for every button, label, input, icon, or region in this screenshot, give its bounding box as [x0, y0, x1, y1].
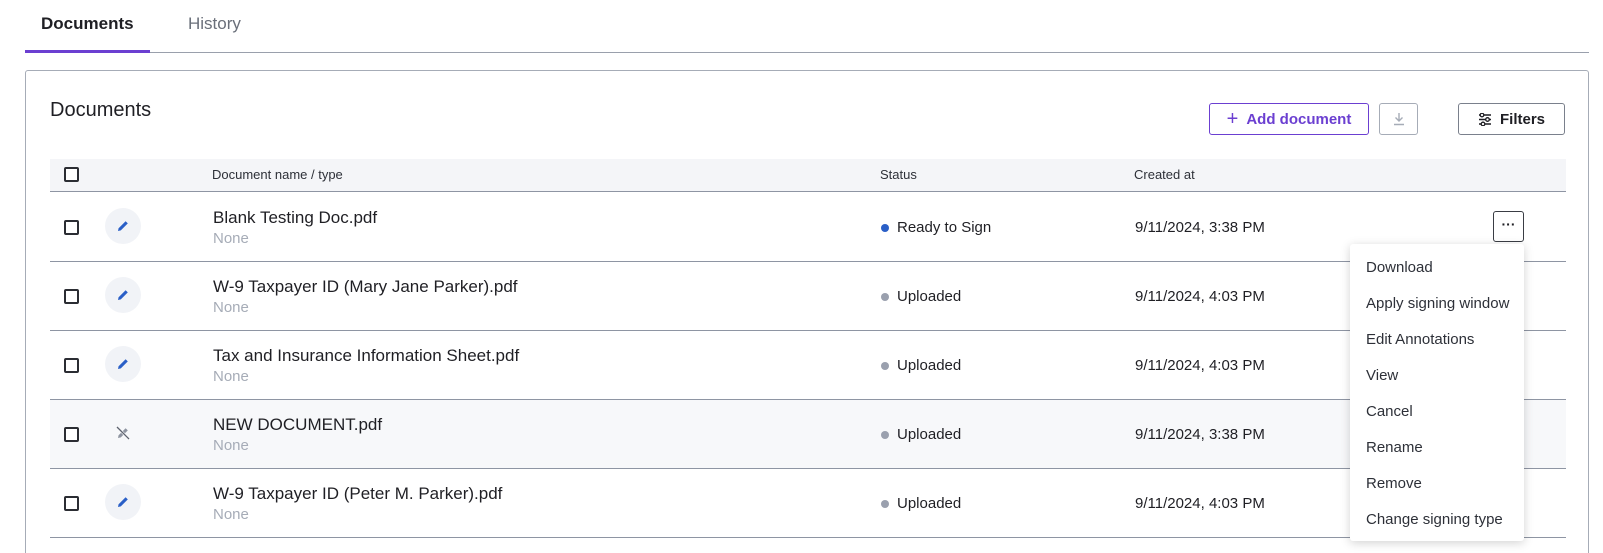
more-horizontal-icon: ···	[1501, 215, 1516, 232]
document-name[interactable]: Tax and Insurance Information Sheet.pdf	[213, 346, 519, 366]
document-name[interactable]: W-9 Taxpayer ID (Peter M. Parker).pdf	[213, 484, 502, 504]
pencil-icon	[118, 290, 128, 300]
document-type: None	[213, 299, 249, 316]
menu-item-apply-signing-window[interactable]: Apply signing window	[1350, 286, 1524, 322]
table-row: Tax and Insurance Information Sheet.pdf …	[50, 331, 1566, 400]
created-at: 9/11/2024, 4:03 PM	[1135, 357, 1265, 374]
document-type: None	[213, 506, 249, 523]
status-dot	[881, 292, 889, 301]
status-text: Uploaded	[897, 357, 962, 374]
created-at: 9/11/2024, 4:03 PM	[1135, 495, 1265, 512]
status-text: Uploaded	[897, 426, 962, 443]
edit-disabled	[105, 415, 141, 451]
row-checkbox[interactable]	[64, 496, 79, 511]
row-checkbox[interactable]	[64, 427, 79, 442]
pencil-icon	[118, 221, 128, 231]
status-dot	[881, 430, 889, 439]
status-text: Uploaded	[897, 288, 962, 305]
pencil-icon	[118, 497, 128, 507]
table-row: Blank Testing Doc.pdf None Ready to Sign…	[50, 193, 1566, 262]
row-checkbox[interactable]	[64, 358, 79, 373]
document-name[interactable]: W-9 Taxpayer ID (Mary Jane Parker).pdf	[213, 277, 518, 297]
created-at: 9/11/2024, 3:38 PM	[1135, 219, 1265, 236]
tab-documents[interactable]: Documents	[25, 14, 150, 53]
row-actions-button[interactable]: ···	[1493, 211, 1524, 242]
status-badge: Uploaded	[881, 357, 961, 374]
table-header: Document name / type Status Created at	[50, 159, 1566, 192]
table-row: W-9 Taxpayer ID (Mary Jane Parker).pdf N…	[50, 262, 1566, 331]
table-row: W-9 Taxpayer ID (Peter M. Parker).pdf No…	[50, 469, 1566, 538]
edit-button[interactable]	[105, 208, 141, 244]
menu-item-rename[interactable]: Rename	[1350, 430, 1524, 466]
document-type: None	[213, 230, 249, 247]
status-dot	[881, 361, 889, 370]
edit-button[interactable]	[105, 346, 141, 382]
menu-item-view[interactable]: View	[1350, 358, 1524, 394]
document-name[interactable]: NEW DOCUMENT.pdf	[213, 415, 382, 435]
filters-label: Filters	[1499, 110, 1545, 128]
plus-icon: +	[1226, 108, 1239, 130]
download-button[interactable]	[1379, 103, 1418, 135]
document-type: None	[213, 437, 249, 454]
status-badge: Ready to Sign	[881, 219, 991, 236]
column-header-created[interactable]: Created at	[1134, 167, 1195, 182]
pencil-off-icon	[116, 426, 130, 440]
table-row: NEW DOCUMENT.pdf None Uploaded 9/11/2024…	[50, 400, 1566, 469]
menu-item-download[interactable]: Download	[1350, 250, 1524, 286]
add-document-button[interactable]: + Add document	[1209, 103, 1369, 135]
row-checkbox[interactable]	[64, 289, 79, 304]
add-document-label: Add document	[1246, 110, 1352, 128]
tab-bar: Documents History	[25, 0, 1589, 53]
document-name[interactable]: Blank Testing Doc.pdf	[213, 208, 377, 228]
tab-history[interactable]: History	[172, 14, 257, 52]
menu-item-edit-annotations[interactable]: Edit Annotations	[1350, 322, 1524, 358]
row-checkbox[interactable]	[64, 220, 79, 235]
select-all-checkbox[interactable]	[64, 167, 79, 182]
status-dot	[881, 499, 889, 508]
row-actions-menu: Download Apply signing window Edit Annot…	[1350, 244, 1524, 541]
pencil-icon	[118, 359, 128, 369]
status-dot	[881, 223, 889, 232]
edit-button[interactable]	[105, 484, 141, 520]
column-header-name[interactable]: Document name / type	[212, 167, 343, 182]
status-badge: Uploaded	[881, 288, 961, 305]
edit-button[interactable]	[105, 277, 141, 313]
status-text: Ready to Sign	[897, 219, 992, 236]
status-badge: Uploaded	[881, 495, 961, 512]
menu-item-change-signing-type[interactable]: Change signing type	[1350, 502, 1524, 538]
download-icon	[1393, 113, 1404, 126]
status-badge: Uploaded	[881, 426, 961, 443]
created-at: 9/11/2024, 4:03 PM	[1135, 288, 1265, 305]
status-text: Uploaded	[897, 495, 962, 512]
column-header-status[interactable]: Status	[880, 167, 917, 182]
sliders-icon	[1478, 112, 1491, 126]
menu-item-remove[interactable]: Remove	[1350, 466, 1524, 502]
filters-button[interactable]: Filters	[1458, 103, 1565, 135]
card-title: Documents	[50, 99, 152, 121]
created-at: 9/11/2024, 3:38 PM	[1135, 426, 1265, 443]
document-type: None	[213, 368, 249, 385]
menu-item-cancel[interactable]: Cancel	[1350, 394, 1524, 430]
